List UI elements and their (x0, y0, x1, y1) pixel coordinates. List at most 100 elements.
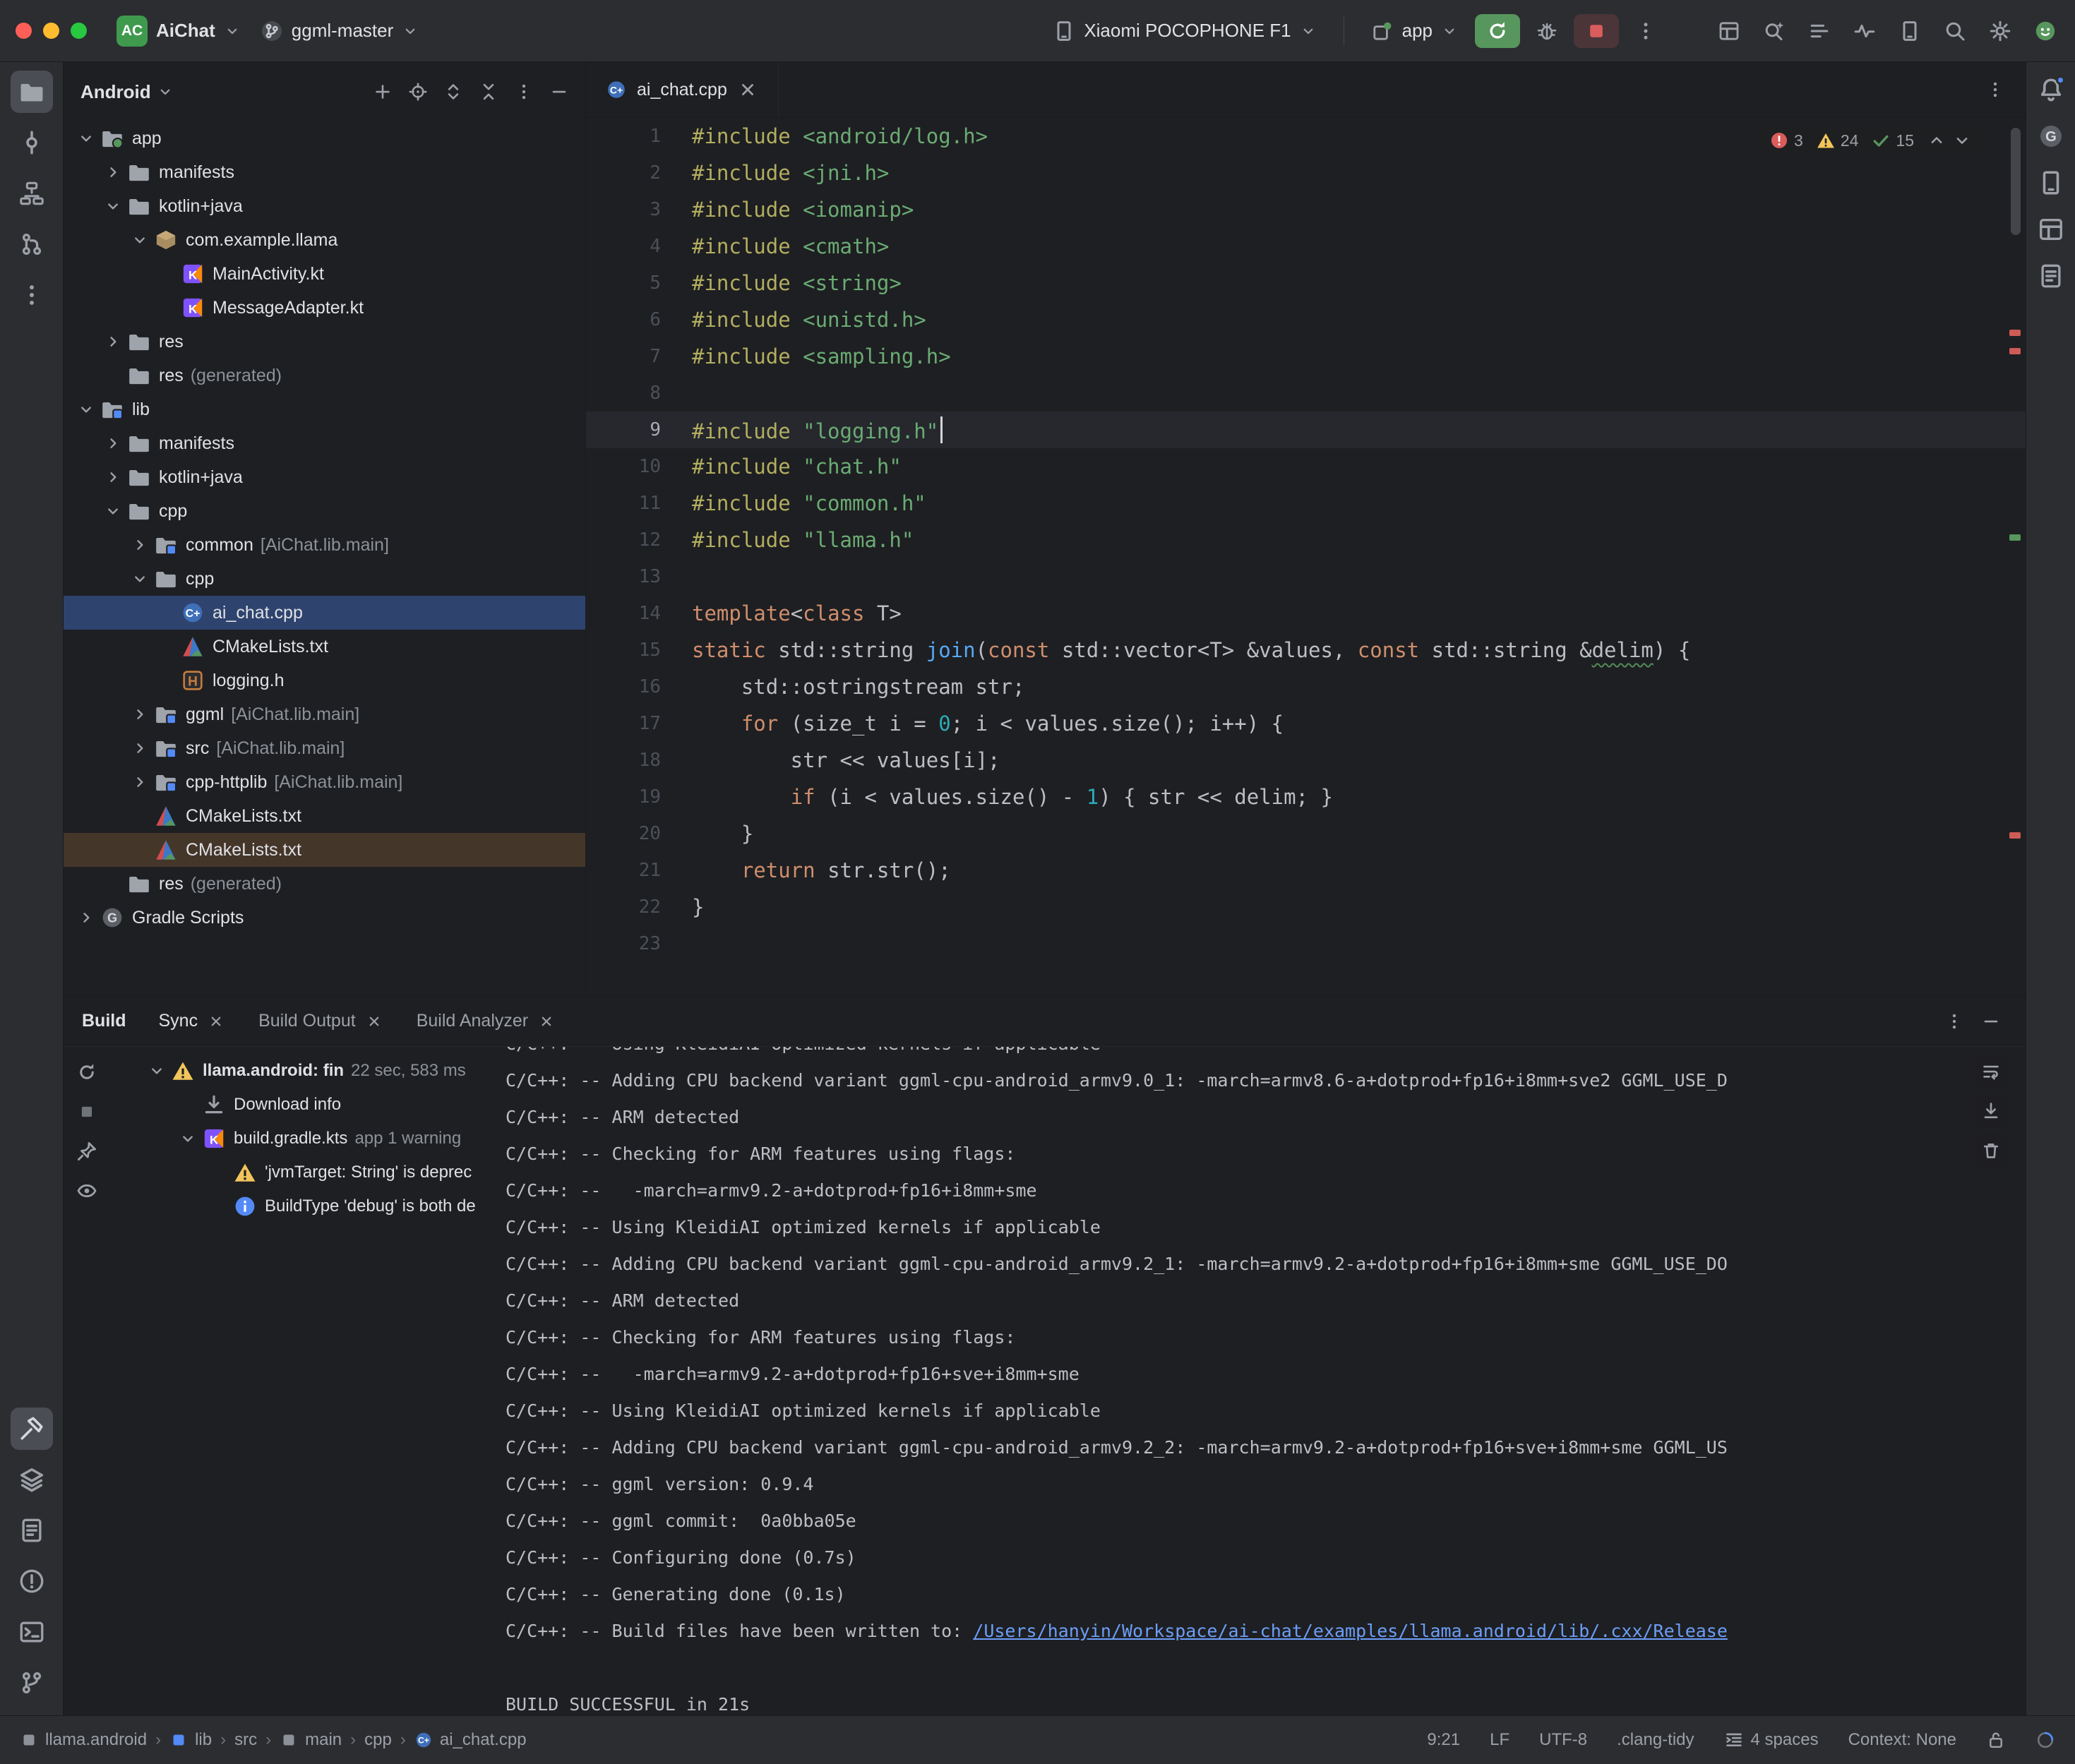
chevron-right-icon[interactable] (127, 532, 153, 558)
tree-item-manifests[interactable]: manifests (64, 426, 585, 460)
code-line-7[interactable]: 7#include <sampling.h> (586, 338, 2026, 375)
line-number[interactable]: 5 (586, 272, 692, 294)
close-tab-icon[interactable] (366, 1013, 383, 1030)
tree-item-cpp-httplib[interactable]: cpp-httplib[AiChat.lib.main] (64, 765, 585, 799)
close-window-button[interactable] (16, 23, 32, 39)
structure-icon[interactable] (11, 172, 53, 215)
profile-avatar-icon[interactable] (2027, 14, 2064, 48)
tree-item-llama-android-fin[interactable]: llama.android: fin22 sec, 583 ms (110, 1054, 503, 1088)
breadcrumb-main[interactable]: main (280, 1730, 342, 1750)
terminal-icon[interactable] (11, 1611, 53, 1653)
expand-all-icon[interactable] (437, 76, 470, 108)
more-tools-icon[interactable] (11, 274, 53, 316)
close-tab-icon[interactable] (208, 1013, 225, 1030)
caret-position[interactable]: 9:21 (1427, 1730, 1460, 1750)
chevron-right-icon[interactable] (100, 329, 126, 354)
chevron-right-icon[interactable] (100, 431, 126, 456)
build-window-title[interactable]: Build (82, 1011, 126, 1031)
locate-file-icon[interactable] (402, 76, 434, 108)
tree-item-com-example-llama[interactable]: com.example.llama (64, 223, 585, 257)
tree-item-app[interactable]: app (64, 121, 585, 155)
tree-item-src[interactable]: src[AiChat.lib.main] (64, 731, 585, 765)
tree-item-jvmtarget-string-is-deprec[interactable]: 'jvmTarget: String' is deprec (110, 1156, 503, 1189)
line-number[interactable]: 20 (586, 823, 692, 844)
breadcrumb-src[interactable]: src (234, 1730, 257, 1750)
code-line-11[interactable]: 11#include "common.h" (586, 485, 2026, 522)
chevron-down-icon[interactable] (157, 83, 174, 100)
tree-item-res[interactable]: res(generated) (64, 359, 585, 392)
tree-item-messageadapter-kt[interactable]: KMessageAdapter.kt (64, 291, 585, 325)
notifications-icon[interactable] (2032, 71, 2070, 109)
stripe-mark[interactable] (2009, 348, 2021, 354)
apply-changes-button[interactable] (1475, 14, 1520, 48)
chevron-down-icon[interactable] (100, 498, 126, 524)
indent-size[interactable]: 4 spaces (1724, 1730, 1819, 1750)
code-line-17[interactable]: 17 for (size_t i = 0; i < values.size();… (586, 705, 2026, 742)
build-tab-sync[interactable]: Sync (159, 1011, 225, 1031)
project-view-selector[interactable]: Android (80, 81, 151, 103)
more-run-actions-icon[interactable] (1626, 14, 1666, 48)
line-number[interactable]: 22 (586, 896, 692, 918)
line-number[interactable]: 19 (586, 786, 692, 808)
line-number[interactable]: 16 (586, 676, 692, 697)
chevron-right-icon[interactable] (100, 160, 126, 185)
code-line-19[interactable]: 19 if (i < values.size() - 1) { str << d… (586, 779, 2026, 815)
code-line-4[interactable]: 4#include <cmath> (586, 228, 2026, 265)
line-number[interactable]: 18 (586, 750, 692, 771)
zoom-window-button[interactable] (71, 23, 87, 39)
code-line-21[interactable]: 21 return str.str(); (586, 852, 2026, 889)
app-insights-icon[interactable] (2032, 257, 2070, 295)
context-widget[interactable]: Context: None (1848, 1730, 1956, 1750)
add-icon[interactable] (366, 76, 399, 108)
code-line-2[interactable]: 2#include <jni.h> (586, 155, 2026, 191)
line-number[interactable]: 10 (586, 456, 692, 477)
chevron-down-icon[interactable] (73, 126, 99, 151)
chevron-down-icon[interactable] (73, 397, 99, 422)
code-line-20[interactable]: 20 } (586, 815, 2026, 852)
editor-tab-ai-chat-cpp[interactable]: C+ ai_chat.cpp (586, 62, 779, 117)
chevron-down-icon[interactable] (144, 1058, 169, 1084)
build-tab-build-output[interactable]: Build Output (258, 1011, 383, 1031)
rerun-sync-icon[interactable] (70, 1055, 104, 1089)
tree-item-kotlin-java[interactable]: kotlin+java (64, 189, 585, 223)
chevron-down-icon[interactable] (127, 566, 153, 592)
code-line-3[interactable]: 3#include <iomanip> (586, 191, 2026, 228)
file-encoding[interactable]: UTF-8 (1539, 1730, 1587, 1750)
inspections-widget[interactable]: 3 24 15 (1759, 126, 1982, 155)
editor-options-icon[interactable] (1979, 73, 2011, 106)
settings-icon[interactable] (1982, 14, 2019, 48)
tree-item-res[interactable]: res (64, 325, 585, 359)
breadcrumb-cpp[interactable]: cpp (364, 1730, 392, 1750)
ai-search-icon[interactable] (1756, 14, 1793, 48)
build-tab-build-analyzer[interactable]: Build Analyzer (417, 1011, 555, 1031)
build-console[interactable]: C/C++: -- Using KleidiAI optimized kerne… (503, 1047, 2026, 1715)
build-output-link[interactable]: /Users/hanyin/Workspace/ai-chat/examples… (973, 1621, 1728, 1641)
chevron-right-icon[interactable] (73, 905, 99, 930)
tree-item-ggml[interactable]: ggml[AiChat.lib.main] (64, 697, 585, 731)
chevron-right-icon[interactable] (127, 736, 153, 761)
inspect-icon[interactable] (70, 1174, 104, 1208)
code-line-18[interactable]: 18 str << values[i]; (586, 742, 2026, 779)
line-number[interactable]: 13 (586, 566, 692, 587)
line-number[interactable]: 11 (586, 493, 692, 514)
code-style[interactable]: .clang-tidy (1617, 1730, 1694, 1750)
pin-icon[interactable] (70, 1134, 104, 1168)
line-number[interactable]: 12 (586, 529, 692, 551)
code-line-12[interactable]: 12#include "llama.h" (586, 522, 2026, 558)
tree-item-gradle-scripts[interactable]: GGradle Scripts (64, 901, 585, 935)
line-number[interactable]: 6 (586, 309, 692, 330)
code-line-23[interactable]: 23 (586, 925, 2026, 962)
line-ending[interactable]: LF (1490, 1730, 1509, 1750)
chevron-down-icon[interactable] (100, 193, 126, 219)
commit-icon[interactable] (11, 121, 53, 164)
tree-item-download-info[interactable]: Download info (110, 1088, 503, 1122)
breadcrumb-ai-chat-cpp[interactable]: C+ai_chat.cpp (414, 1730, 527, 1750)
close-tab-icon[interactable] (737, 79, 758, 100)
vcs-branch-selector[interactable]: ggml-master (251, 14, 429, 48)
pull-requests-icon[interactable] (11, 223, 53, 265)
line-number[interactable]: 23 (586, 933, 692, 954)
layout-inspector-icon[interactable] (1711, 14, 1747, 48)
line-number[interactable]: 3 (586, 199, 692, 220)
gradle-icon[interactable]: G (2032, 117, 2070, 155)
breadcrumb-lib[interactable]: lib (169, 1730, 212, 1750)
